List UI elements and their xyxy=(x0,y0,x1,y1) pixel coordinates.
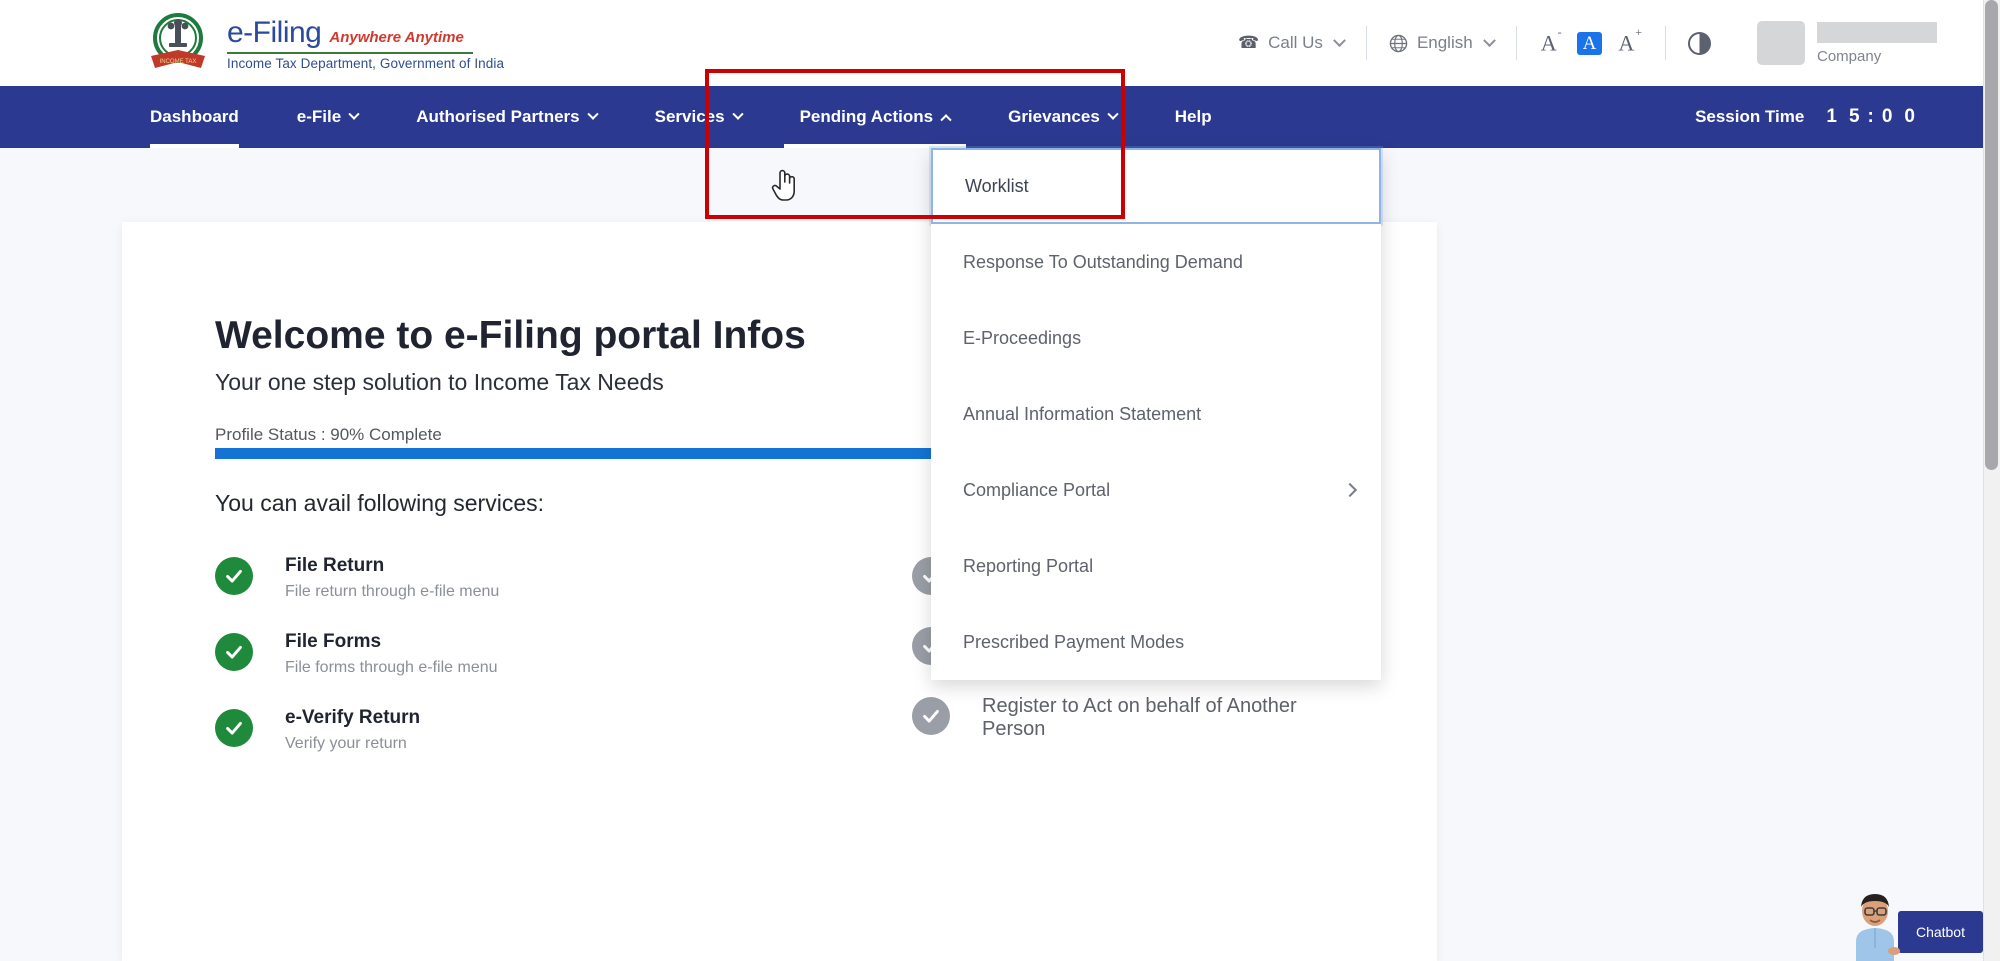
profile-role-label: Company xyxy=(1817,48,1937,65)
phone-icon: ☎ xyxy=(1238,33,1259,53)
chevron-up-icon xyxy=(940,114,951,125)
font-normal-button[interactable]: A xyxy=(1577,32,1603,55)
call-us-label: Call Us xyxy=(1268,33,1323,53)
nav-item-e-file[interactable]: e-File xyxy=(297,86,358,148)
profile-menu[interactable]: Company xyxy=(1757,21,1937,65)
nav-label: Dashboard xyxy=(150,107,239,127)
service-desc: File forms through e-file menu xyxy=(285,659,498,677)
dropdown-item-label: Response To Outstanding Demand xyxy=(963,252,1243,273)
font-size-controls: A- A A+ xyxy=(1517,32,1665,55)
chatbot-avatar-icon xyxy=(1846,889,1904,961)
india-emblem-icon: INCOME TAX xyxy=(145,12,211,74)
nav-item-authorised-partners[interactable]: Authorised Partners xyxy=(416,86,596,148)
chevron-down-icon xyxy=(1483,34,1496,47)
service-desc: Verify your return xyxy=(285,735,420,753)
nav-label: Pending Actions xyxy=(800,107,934,127)
brand-logo[interactable]: INCOME TAX e-Filing Anywhere Anytime Inc… xyxy=(145,12,504,74)
brand-title: e-Filing xyxy=(227,16,321,50)
chevron-down-icon xyxy=(1107,109,1118,120)
profile-name-redacted xyxy=(1817,22,1937,43)
call-us-menu[interactable]: ☎ Call Us xyxy=(1216,33,1366,53)
browser-viewport: INCOME TAX e-Filing Anywhere Anytime Inc… xyxy=(0,0,2000,961)
session-timer: Session Time 1 5 : 0 0 xyxy=(1695,106,1921,128)
chevron-right-icon xyxy=(1343,483,1357,497)
nav-item-pending-actions[interactable]: Pending Actions xyxy=(800,86,951,148)
pending-actions-dropdown: Worklist Response To Outstanding Demand … xyxy=(931,148,1381,680)
chevron-down-icon xyxy=(732,109,743,120)
nav-item-dashboard[interactable]: Dashboard xyxy=(150,86,239,148)
service-title: e-Verify Return xyxy=(285,707,420,728)
dropdown-item-prescribed-payment-modes[interactable]: Prescribed Payment Modes xyxy=(931,604,1381,680)
language-label: English xyxy=(1417,33,1473,53)
dropdown-item-label: Annual Information Statement xyxy=(963,404,1201,425)
font-decrease-button[interactable]: A- xyxy=(1541,32,1561,54)
nav-label: Services xyxy=(655,107,725,127)
site-header: INCOME TAX e-Filing Anywhere Anytime Inc… xyxy=(0,0,1983,86)
check-circle-icon xyxy=(215,633,253,671)
dropdown-item-label: Prescribed Payment Modes xyxy=(963,632,1184,653)
header-utilities: ☎ Call Us English xyxy=(1216,0,1983,86)
check-circle-icon xyxy=(215,709,253,747)
nav-label: Authorised Partners xyxy=(416,107,579,127)
session-colon: : xyxy=(1868,106,1874,128)
chevron-down-icon xyxy=(349,109,360,120)
contrast-toggle[interactable] xyxy=(1666,32,1733,55)
check-circle-icon xyxy=(912,697,950,735)
nav-label: Grievances xyxy=(1008,107,1100,127)
scrollbar-thumb[interactable] xyxy=(1985,0,1998,470)
list-item[interactable]: File Forms File forms through e-file men… xyxy=(215,631,775,677)
session-sec-tens: 0 xyxy=(1882,106,1893,128)
contrast-icon xyxy=(1688,32,1711,55)
left-services-heading: You can avail following services: xyxy=(215,490,544,517)
nav-item-grievances[interactable]: Grievances xyxy=(1008,86,1117,148)
page-subtitle: Your one step solution to Income Tax Nee… xyxy=(215,369,664,396)
session-min-tens: 1 xyxy=(1826,106,1837,128)
chevron-down-icon xyxy=(1333,34,1346,47)
service-title: Register to Act on behalf of Another Per… xyxy=(982,695,1312,741)
dropdown-item-label: Reporting Portal xyxy=(963,556,1093,577)
brand-text: e-Filing Anywhere Anytime Income Tax Dep… xyxy=(227,16,504,71)
session-timer-label: Session Time xyxy=(1695,107,1804,127)
mouse-cursor-hand-icon xyxy=(771,168,797,202)
brand-tagline: Anywhere Anytime xyxy=(329,29,463,46)
service-desc: File return through e-file menu xyxy=(285,583,499,601)
dropdown-item-worklist[interactable]: Worklist xyxy=(931,148,1381,224)
service-title: File Forms xyxy=(285,631,381,652)
nav-items: Dashboard e-File Authorised Partners Ser… xyxy=(150,86,1270,148)
list-item[interactable]: Register to Act on behalf of Another Per… xyxy=(912,695,1432,741)
nav-label: e-File xyxy=(297,107,341,127)
page-title: Welcome to e-Filing portal Infos xyxy=(215,314,806,358)
brand-subtitle: Income Tax Department, Government of Ind… xyxy=(227,56,504,71)
chatbot-widget[interactable]: Chatbot xyxy=(1846,889,1983,961)
nav-item-services[interactable]: Services xyxy=(655,86,742,148)
dropdown-item-label: E-Proceedings xyxy=(963,328,1081,349)
language-menu[interactable]: English xyxy=(1367,33,1516,53)
dropdown-item-response-to-outstanding-demand[interactable]: Response To Outstanding Demand xyxy=(931,224,1381,300)
session-sec-ones: 0 xyxy=(1904,106,1915,128)
dropdown-item-compliance-portal[interactable]: Compliance Portal xyxy=(931,452,1381,528)
globe-icon xyxy=(1389,34,1408,53)
avatar xyxy=(1757,21,1805,65)
brand-divider xyxy=(227,52,473,54)
main-navigation: Dashboard e-File Authorised Partners Ser… xyxy=(0,86,1983,148)
profile-status-label: Profile Status : 90% Complete xyxy=(215,425,442,445)
font-increase-button[interactable]: A+ xyxy=(1618,32,1641,54)
chevron-down-icon xyxy=(587,109,598,120)
dropdown-item-label: Worklist xyxy=(965,176,1029,197)
list-item[interactable]: e-Verify Return Verify your return xyxy=(215,707,775,753)
page-scrollbar[interactable] xyxy=(1983,0,2000,961)
chatbot-button[interactable]: Chatbot xyxy=(1898,911,1983,953)
list-item[interactable]: File Return File return through e-file m… xyxy=(215,555,775,601)
dropdown-item-reporting-portal[interactable]: Reporting Portal xyxy=(931,528,1381,604)
dropdown-item-label: Compliance Portal xyxy=(963,480,1110,501)
dropdown-item-e-proceedings[interactable]: E-Proceedings xyxy=(931,300,1381,376)
dropdown-item-annual-information-statement[interactable]: Annual Information Statement xyxy=(931,376,1381,452)
left-services-list: File Return File return through e-file m… xyxy=(215,555,775,783)
svg-text:INCOME TAX: INCOME TAX xyxy=(160,59,197,65)
check-circle-icon xyxy=(215,557,253,595)
session-min-ones: 5 xyxy=(1849,106,1860,128)
service-title: File Return xyxy=(285,555,384,576)
nav-label: Help xyxy=(1175,107,1212,127)
nav-item-help[interactable]: Help xyxy=(1175,86,1212,148)
